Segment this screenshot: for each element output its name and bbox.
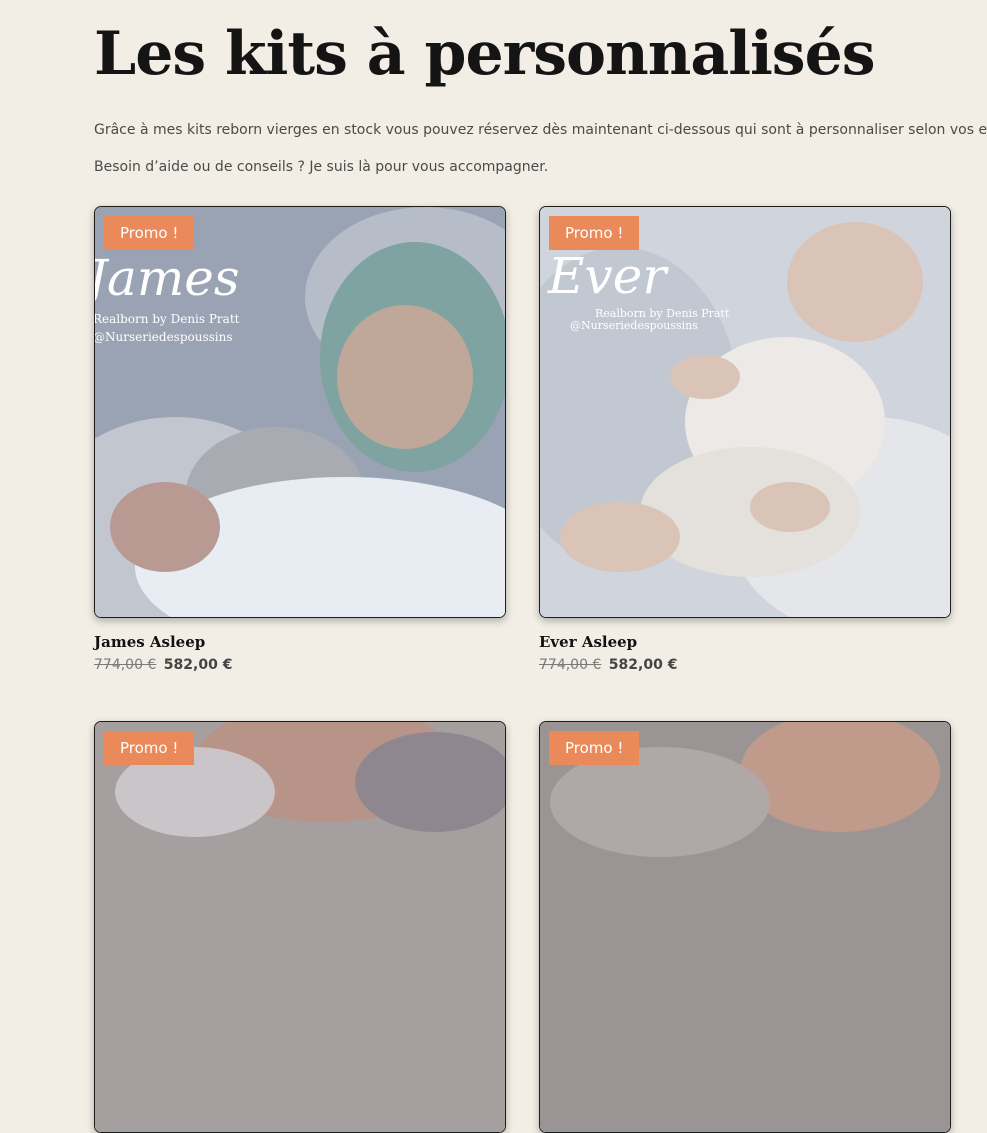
image-overlay-name: Ever bbox=[547, 247, 669, 305]
sale-price: 582,00 € bbox=[608, 657, 678, 673]
product-card-james[interactable]: James Realborn by Denis Pratt @Nurseried… bbox=[94, 206, 506, 674]
old-price: 774,00 € bbox=[94, 657, 157, 673]
product-name[interactable]: Ever Asleep bbox=[539, 633, 951, 651]
product-card-ever[interactable]: Ever Realborn by Denis Pratt @Nurseriede… bbox=[539, 206, 951, 674]
help-text: Besoin d’aide ou de conseils ? Je suis l… bbox=[94, 159, 549, 175]
product-image[interactable]: Promo ! bbox=[94, 721, 506, 1133]
promo-badge: Promo ! bbox=[104, 731, 195, 765]
product-card-4[interactable]: Promo ! bbox=[539, 721, 951, 1133]
product-price: 774,00 € 582,00 € bbox=[539, 656, 951, 674]
product-image[interactable]: James Realborn by Denis Pratt @Nurseried… bbox=[94, 206, 506, 618]
product-image[interactable]: Promo ! bbox=[539, 721, 951, 1133]
page-title: Les kits à personnalisés bbox=[94, 19, 876, 90]
product-price: 774,00 € 582,00 € bbox=[94, 656, 506, 674]
image-overlay-name: James bbox=[95, 249, 240, 307]
product-image[interactable]: Ever Realborn by Denis Pratt @Nurseriede… bbox=[539, 206, 951, 618]
old-price: 774,00 € bbox=[539, 657, 602, 673]
image-overlay-line2: @Nurseriedespoussins bbox=[95, 330, 233, 344]
sale-price: 582,00 € bbox=[163, 657, 233, 673]
product-name[interactable]: James Asleep bbox=[94, 633, 506, 651]
promo-badge: Promo ! bbox=[549, 731, 640, 765]
intro-text: Grâce à mes kits reborn vierges en stock… bbox=[94, 122, 987, 138]
promo-badge: Promo ! bbox=[104, 216, 195, 250]
product-card-3[interactable]: Promo ! bbox=[94, 721, 506, 1133]
image-overlay-line1: Realborn by Denis Pratt bbox=[95, 312, 240, 326]
promo-badge: Promo ! bbox=[549, 216, 640, 250]
image-overlay-line2: @Nurseriedespoussins bbox=[570, 319, 698, 332]
